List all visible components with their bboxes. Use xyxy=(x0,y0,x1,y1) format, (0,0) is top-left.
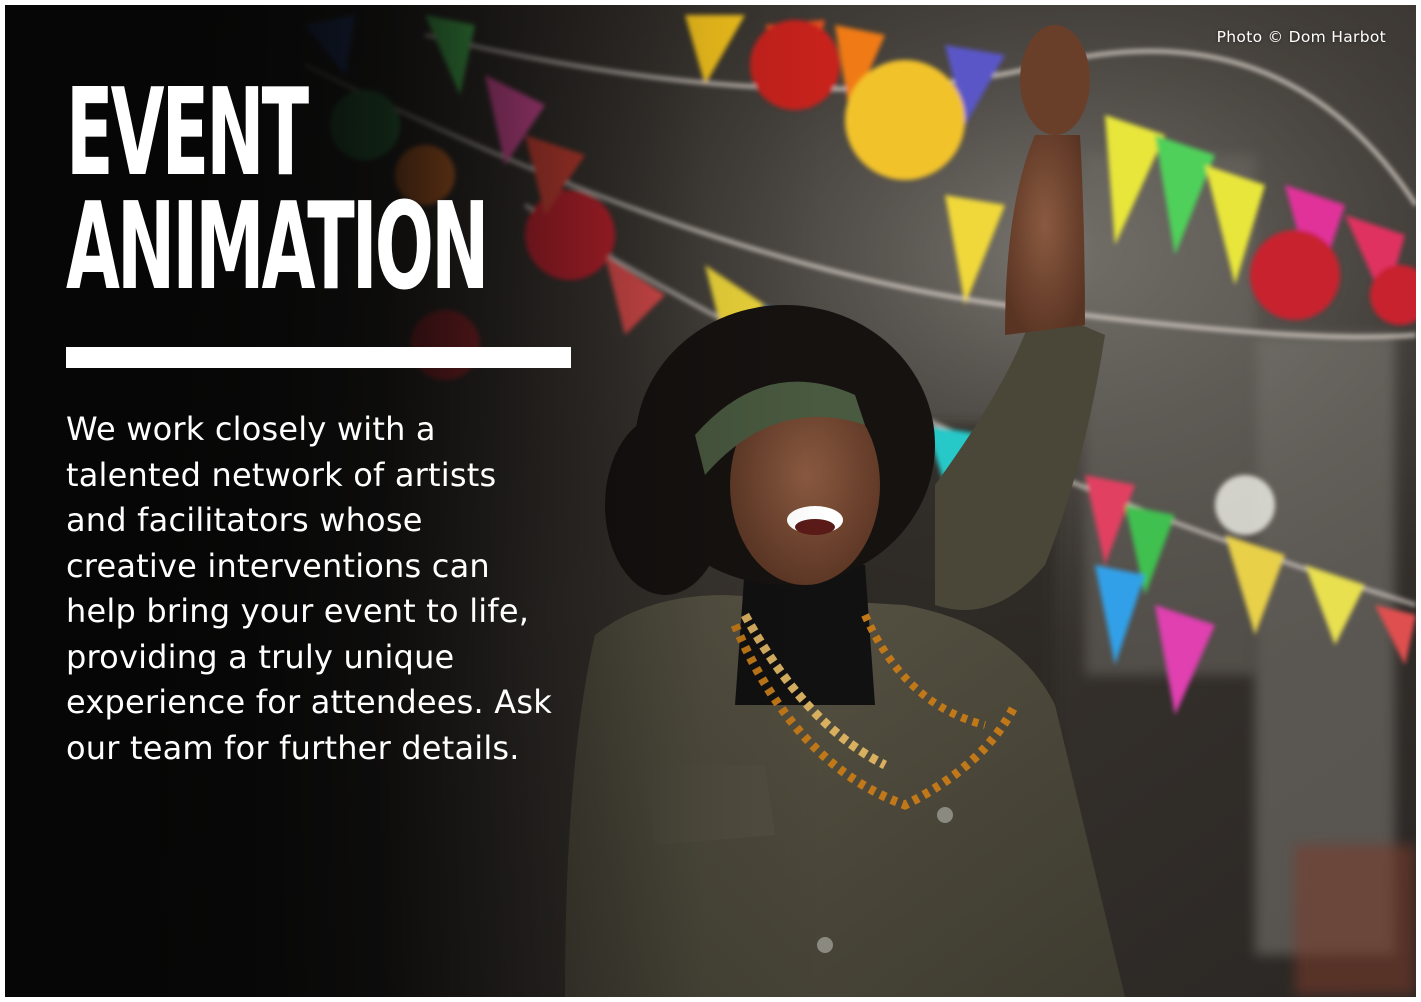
photo-credit: Photo © Dom Harbot xyxy=(1216,28,1386,46)
description-line: experience for attendees. Ask xyxy=(66,683,552,721)
title-line-1: EVENT xyxy=(66,64,309,203)
page-title: EVENT ANIMATION xyxy=(66,64,489,317)
description-line: our team for further details. xyxy=(66,728,520,767)
description-line: help bring your event to life, xyxy=(66,592,530,630)
page: EVENT ANIMATION We work closely with a t… xyxy=(0,0,1421,1002)
hero-card: EVENT ANIMATION We work closely with a t… xyxy=(5,5,1416,997)
description-line: We work closely with a xyxy=(66,410,436,448)
description-line: providing a truly unique xyxy=(66,637,455,676)
description-line: talented network of artists xyxy=(66,455,497,494)
title-divider xyxy=(66,347,571,368)
description-line: creative interventions can xyxy=(66,546,490,585)
description-paragraph: We work closely with a talented network … xyxy=(66,407,586,771)
title-line-2: ANIMATION xyxy=(66,178,489,317)
description-line: and facilitators whose xyxy=(66,501,423,539)
